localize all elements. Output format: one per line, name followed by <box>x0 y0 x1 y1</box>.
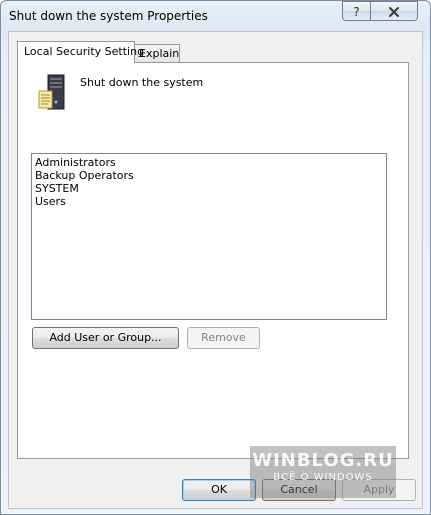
computer-policy-icon <box>38 74 65 110</box>
window-title: Shut down the system Properties <box>9 9 208 23</box>
remove-button[interactable]: Remove <box>187 327 260 349</box>
users-list[interactable]: Administrators Backup Operators SYSTEM U… <box>31 153 387 320</box>
title-bar[interactable]: Shut down the system Properties ? <box>1 1 430 31</box>
list-item[interactable]: SYSTEM <box>35 182 383 195</box>
help-icon: ? <box>353 4 360 19</box>
watermark-sub: ВСЁ О WINDOWS <box>273 472 373 483</box>
list-item[interactable]: Users <box>35 195 383 208</box>
watermark: WINBLOG.RU ВСЁ О WINDOWS <box>250 446 396 498</box>
list-item[interactable]: Backup Operators <box>35 169 383 182</box>
tab-local-security-setting[interactable]: Local Security Setting <box>17 41 144 63</box>
add-user-or-group-button[interactable]: Add User or Group... <box>32 327 179 349</box>
close-icon <box>389 6 399 17</box>
watermark-main: WINBLOG.RU <box>252 450 394 471</box>
tab-panel: Shut down the system Administrators Back… <box>17 62 409 459</box>
list-item[interactable]: Administrators <box>35 156 383 169</box>
close-button[interactable] <box>370 1 418 21</box>
help-button[interactable]: ? <box>342 1 370 21</box>
ok-button[interactable]: OK <box>182 479 256 501</box>
policy-name: Shut down the system <box>80 76 204 89</box>
properties-dialog: Shut down the system Properties ? Local … <box>0 0 431 515</box>
dialog-client-area: Local Security Setting Explain Shut down… <box>8 31 423 509</box>
